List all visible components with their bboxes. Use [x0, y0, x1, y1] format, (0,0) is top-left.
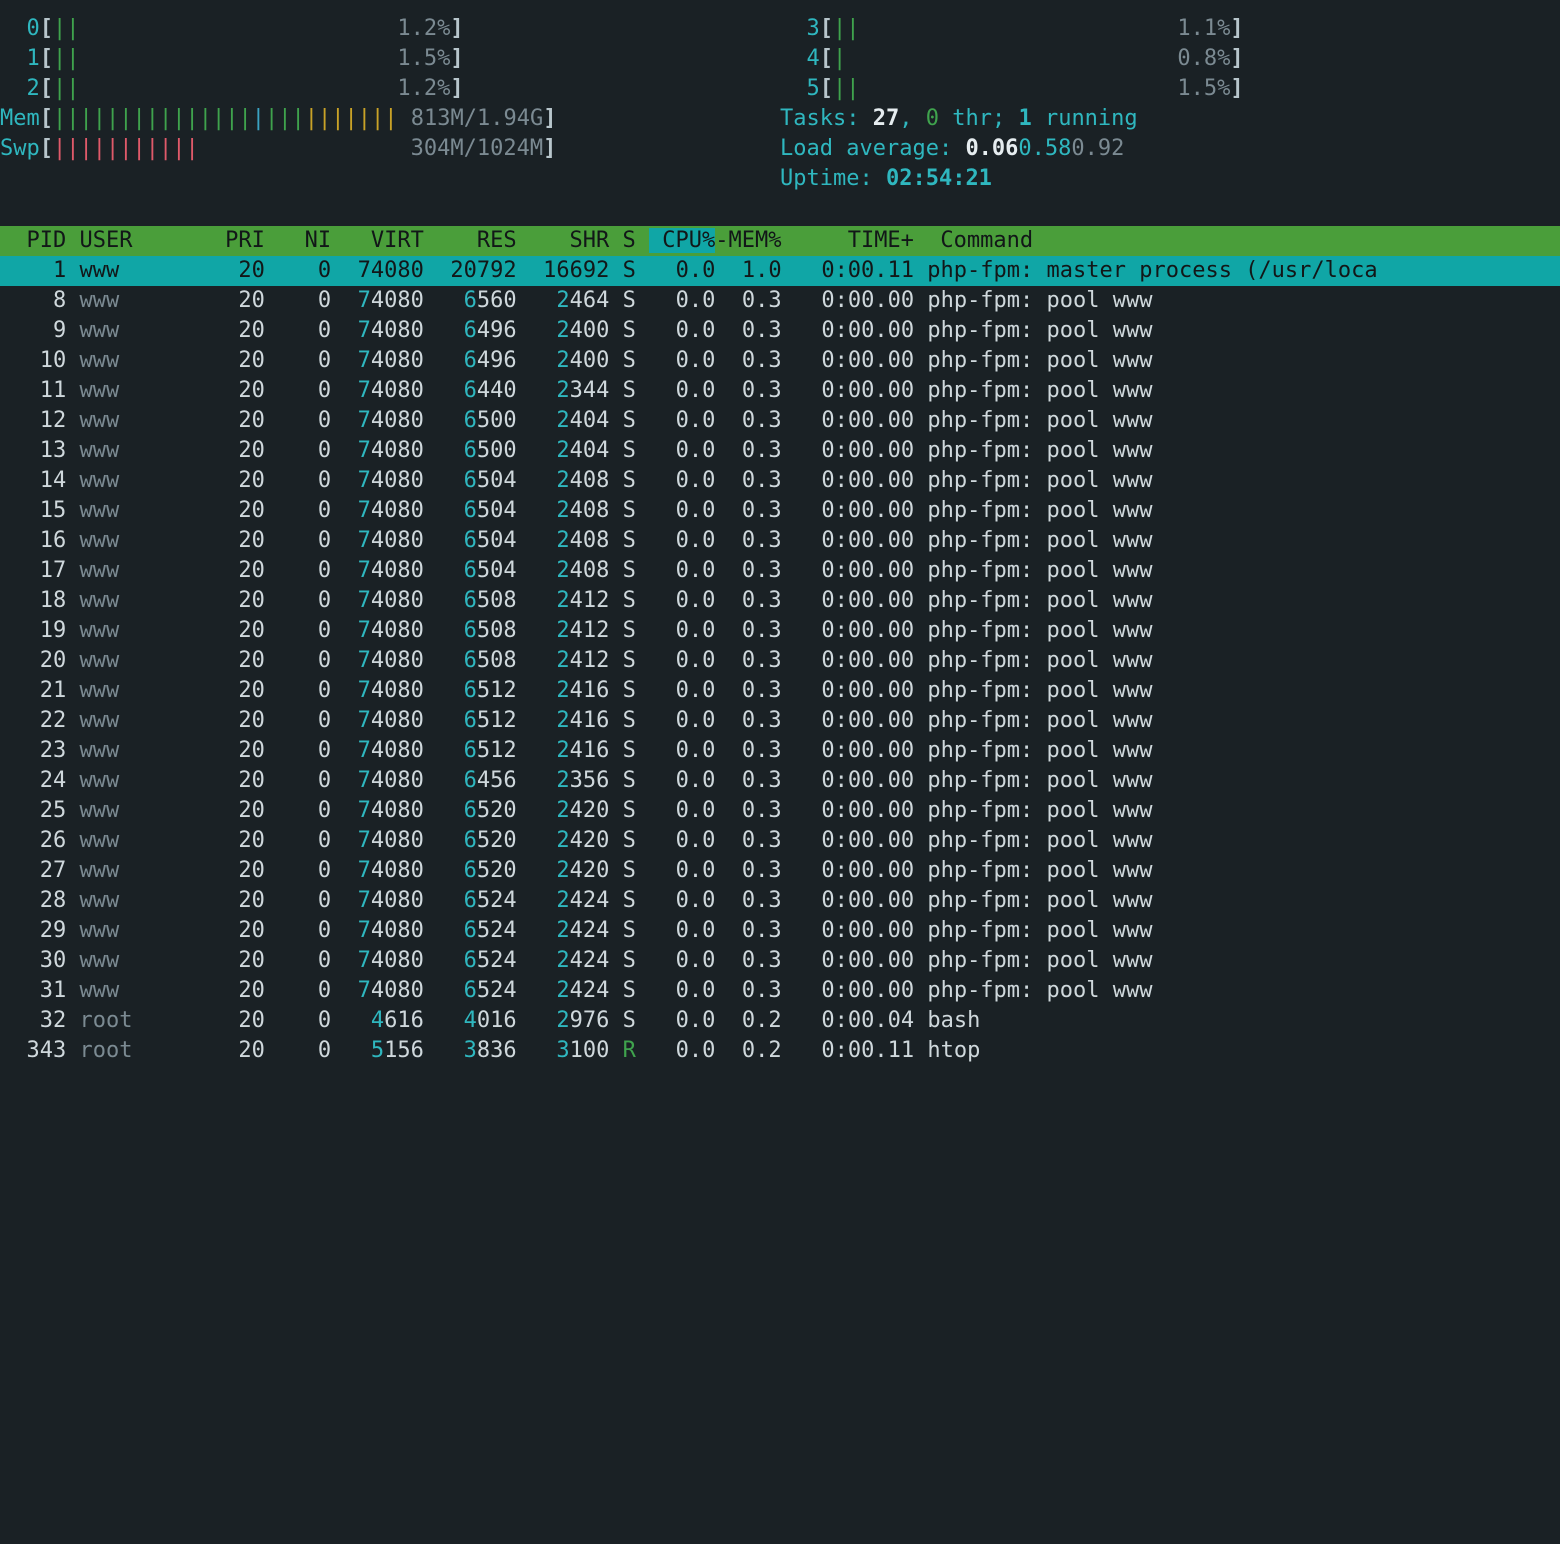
process-row[interactable]: 1 www 20 0 74080 20792 16692 S 0.0 1.0 0… — [0, 256, 1560, 286]
process-row[interactable]: 16 www 20 0 74080 6504 2408 S 0.0 0.3 0:… — [0, 526, 1560, 556]
process-row[interactable]: 10 www 20 0 74080 6496 2400 S 0.0 0.3 0:… — [0, 346, 1560, 376]
swap-meter: Swp[||||||||||| 304M/1024M] — [0, 134, 780, 164]
process-row[interactable]: 25 www 20 0 74080 6520 2420 S 0.0 0.3 0:… — [0, 796, 1560, 826]
process-row[interactable]: 9 www 20 0 74080 6496 2400 S 0.0 0.3 0:0… — [0, 316, 1560, 346]
process-row[interactable]: 26 www 20 0 74080 6520 2420 S 0.0 0.3 0:… — [0, 826, 1560, 856]
process-row[interactable]: 28 www 20 0 74080 6524 2424 S 0.0 0.3 0:… — [0, 886, 1560, 916]
meters-section: 0[|| 1.2%] 1[|| 1.5%] 2[|| 1.2%]Mem[||||… — [0, 14, 1560, 194]
load-average: Load average: 0.06 0.58 0.92 — [780, 134, 1560, 164]
cpu-meter-3: 3[|| 1.1%] — [780, 14, 1560, 44]
process-row[interactable]: 343 root 20 0 5156 3836 3100 R 0.0 0.2 0… — [0, 1036, 1560, 1066]
cpu-meter-1: 1[|| 1.5%] — [0, 44, 780, 74]
memory-meter: Mem[|||||||||||||||||||||||||| 813M/1.94… — [0, 104, 780, 134]
process-row[interactable]: 17 www 20 0 74080 6504 2408 S 0.0 0.3 0:… — [0, 556, 1560, 586]
process-row[interactable]: 12 www 20 0 74080 6500 2404 S 0.0 0.3 0:… — [0, 406, 1560, 436]
process-row[interactable]: 18 www 20 0 74080 6508 2412 S 0.0 0.3 0:… — [0, 586, 1560, 616]
process-row[interactable]: 13 www 20 0 74080 6500 2404 S 0.0 0.3 0:… — [0, 436, 1560, 466]
process-row[interactable]: 14 www 20 0 74080 6504 2408 S 0.0 0.3 0:… — [0, 466, 1560, 496]
process-row[interactable]: 19 www 20 0 74080 6508 2412 S 0.0 0.3 0:… — [0, 616, 1560, 646]
cpu-meter-2: 2[|| 1.2%] — [0, 74, 780, 104]
process-row[interactable]: 20 www 20 0 74080 6508 2412 S 0.0 0.3 0:… — [0, 646, 1560, 676]
process-row[interactable]: 23 www 20 0 74080 6512 2416 S 0.0 0.3 0:… — [0, 736, 1560, 766]
cpu-meter-0: 0[|| 1.2%] — [0, 14, 780, 44]
process-row[interactable]: 27 www 20 0 74080 6520 2420 S 0.0 0.3 0:… — [0, 856, 1560, 886]
cpu-meter-5: 5[|| 1.5%] — [780, 74, 1560, 104]
uptime: Uptime: 02:54:21 — [780, 164, 1560, 194]
process-row[interactable]: 31 www 20 0 74080 6524 2424 S 0.0 0.3 0:… — [0, 976, 1560, 1006]
process-row[interactable]: 29 www 20 0 74080 6524 2424 S 0.0 0.3 0:… — [0, 916, 1560, 946]
column-header[interactable]: PID USER PRI NI VIRT RES SHR S CPU%-MEM%… — [0, 226, 1560, 256]
process-row[interactable]: 8 www 20 0 74080 6560 2464 S 0.0 0.3 0:0… — [0, 286, 1560, 316]
process-row[interactable]: 32 root 20 0 4616 4016 2976 S 0.0 0.2 0:… — [0, 1006, 1560, 1036]
process-row[interactable]: 22 www 20 0 74080 6512 2416 S 0.0 0.3 0:… — [0, 706, 1560, 736]
process-row[interactable]: 15 www 20 0 74080 6504 2408 S 0.0 0.3 0:… — [0, 496, 1560, 526]
process-row[interactable]: 21 www 20 0 74080 6512 2416 S 0.0 0.3 0:… — [0, 676, 1560, 706]
process-list[interactable]: 1 www 20 0 74080 20792 16692 S 0.0 1.0 0… — [0, 256, 1560, 1066]
process-row[interactable]: 24 www 20 0 74080 6456 2356 S 0.0 0.3 0:… — [0, 766, 1560, 796]
process-row[interactable]: 30 www 20 0 74080 6524 2424 S 0.0 0.3 0:… — [0, 946, 1560, 976]
process-row[interactable]: 11 www 20 0 74080 6440 2344 S 0.0 0.3 0:… — [0, 376, 1560, 406]
tasks-summary: Tasks: 27, 0 thr; 1 running — [780, 104, 1560, 134]
cpu-meter-4: 4[| 0.8%] — [780, 44, 1560, 74]
